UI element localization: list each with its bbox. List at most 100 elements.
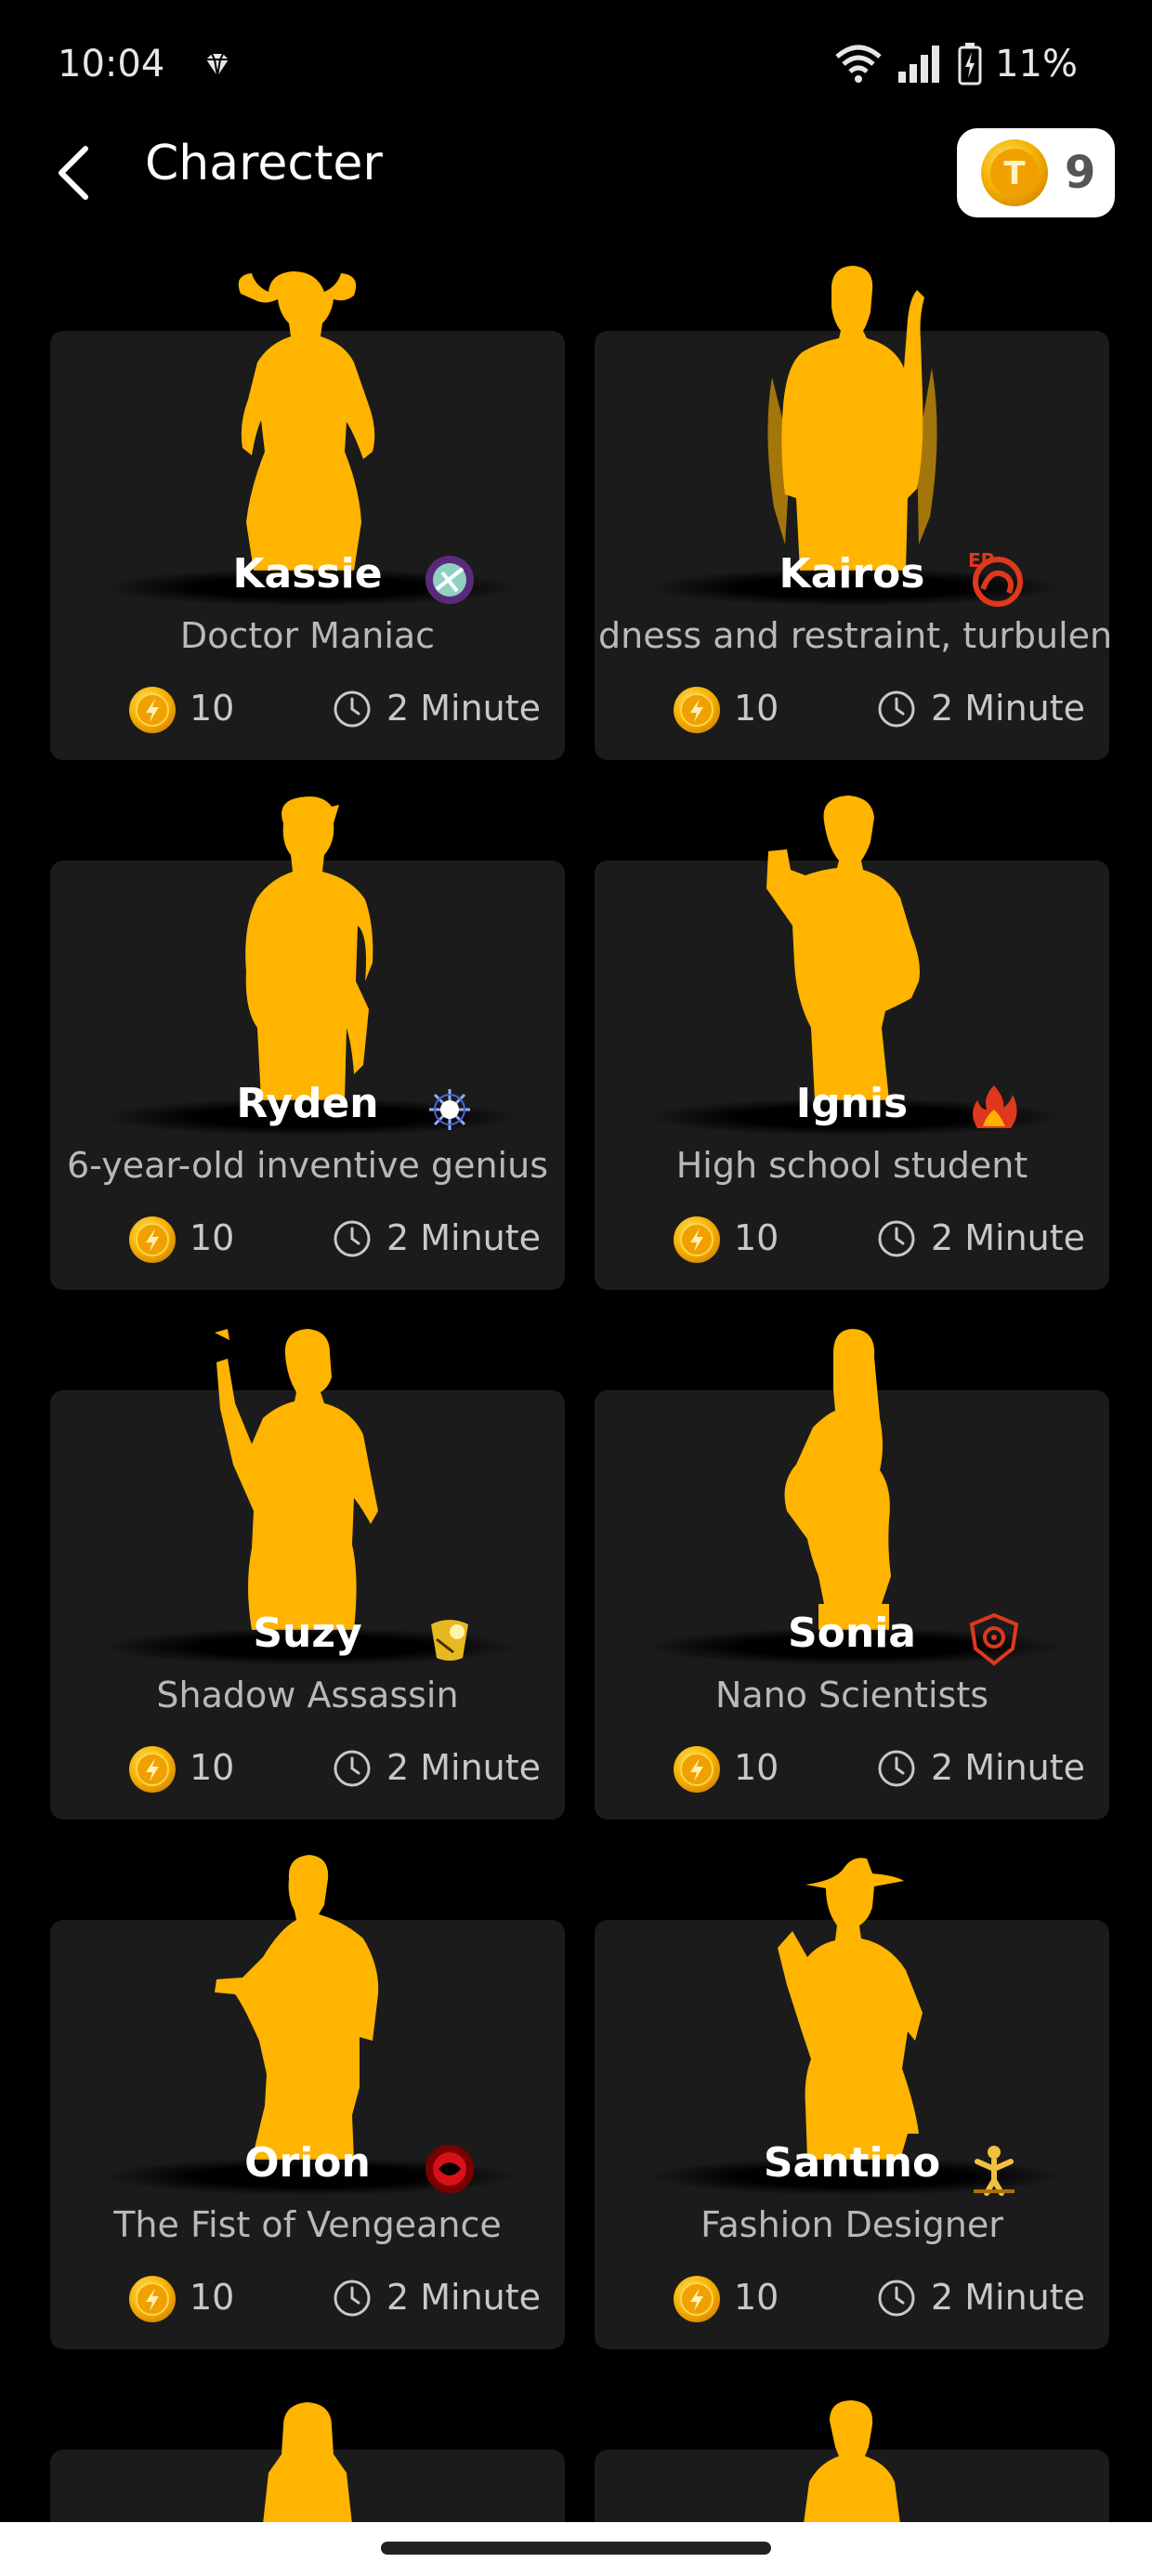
duration: 2 Minute (386, 688, 542, 729)
character-description: The Fist of Vengeance (113, 2204, 502, 2245)
coin-icon (673, 686, 721, 734)
character-card[interactable]: Ignis High school student 10 2 Minute (595, 795, 1109, 1290)
status-time: 10:04 (58, 43, 165, 85)
purple-orb-icon (425, 556, 474, 604)
character-card-partial[interactable] (50, 2402, 565, 2524)
duration: 2 Minute (386, 2277, 542, 2318)
character-description: Doctor Maniac (179, 615, 436, 656)
duration: 2 Minute (931, 1217, 1086, 1258)
card-meta: 10 2 Minute (50, 1740, 565, 1795)
character-description: 6-year-old inventive genius (66, 1145, 548, 1186)
price: 10 (734, 1217, 779, 1258)
status-icons: 11% (833, 43, 1078, 85)
clock-icon (877, 2279, 916, 2318)
character-name: Ignis (795, 1080, 909, 1127)
svg-text:T: T (1003, 155, 1026, 192)
clock-icon (877, 1219, 916, 1258)
character-name: Kairos (779, 550, 925, 598)
price: 10 (190, 1747, 235, 1788)
battery-percent: 11% (995, 43, 1078, 85)
price: 10 (734, 688, 779, 729)
fire-icon (973, 1085, 1017, 1128)
wifi-icon (835, 45, 882, 83)
character-description: Fashion Designer (700, 2204, 1003, 2245)
clock-icon (333, 690, 372, 729)
price: 10 (190, 2277, 235, 2318)
kairos-silhouette (767, 266, 937, 571)
diamond-icon (206, 53, 229, 77)
coin-icon: T (981, 139, 1048, 206)
price: 10 (734, 2277, 779, 2318)
coin-icon (673, 1216, 721, 1264)
duration: 2 Minute (931, 688, 1086, 729)
red-ring-icon (425, 2145, 474, 2193)
shield-icon (969, 1612, 1019, 1666)
battery-icon (958, 43, 982, 85)
price: 10 (190, 688, 235, 729)
character-name: Sonia (787, 1610, 916, 1657)
status-bar: 10:04 11% (0, 0, 1152, 130)
clock-icon (333, 1749, 372, 1788)
home-gesture-handle[interactable] (381, 2542, 771, 2555)
ignis-silhouette (766, 795, 920, 1100)
coin-icon (128, 1216, 177, 1264)
character-silhouette (263, 2402, 352, 2524)
card-meta: 10 2 Minute (50, 1210, 565, 1266)
coin-icon (128, 686, 177, 734)
coin-icon (128, 1745, 177, 1794)
spider-web-icon (429, 1089, 470, 1130)
card-meta: 10 2 Minute (595, 1210, 1109, 1266)
gold-figure-icon (974, 2146, 1015, 2196)
character-card[interactable]: Santino Fashion Designer 10 2 Minute (595, 1858, 1109, 2349)
card-meta: 10 2 Minute (595, 1740, 1109, 1795)
ryden-silhouette (245, 796, 373, 1100)
coin-icon (128, 2275, 177, 2323)
character-name: Ryden (236, 1080, 379, 1127)
duration: 2 Minute (386, 1217, 542, 1258)
duration: 2 Minute (386, 1747, 542, 1788)
coin-balance-value: 9 (1065, 147, 1096, 199)
santino-silhouette (778, 1858, 923, 2160)
coin-balance[interactable]: T 9 (957, 128, 1115, 217)
character-card[interactable]: Suzy Shadow Assassin 10 2 Minute (50, 1329, 565, 1820)
character-description: Shadow Assassin (156, 1675, 459, 1715)
character-name: Santino (763, 2139, 941, 2187)
character-description: High school student (675, 1145, 1028, 1186)
price: 10 (190, 1217, 235, 1258)
clock-icon (877, 1749, 916, 1788)
character-name: Orion (244, 2139, 371, 2187)
character-card[interactable]: Ryden 6-year-old inventive genius 10 2 M… (50, 796, 565, 1290)
duration: 2 Minute (931, 1747, 1086, 1788)
character-card[interactable]: Kairos EP dness and restraint, turbulen … (595, 266, 1109, 760)
back-arrow-icon[interactable] (48, 139, 104, 204)
duration: 2 Minute (931, 2277, 1086, 2318)
card-meta: 10 2 Minute (595, 2269, 1109, 2325)
clock-icon (333, 1219, 372, 1258)
svg-text:EP: EP (968, 549, 994, 572)
price: 10 (734, 1747, 779, 1788)
card-meta: 10 2 Minute (595, 680, 1109, 736)
character-card[interactable]: Sonia Nano Scientists 10 2 Minute (595, 1329, 1109, 1820)
page-title: Charecter (145, 136, 383, 191)
character-name: Kassie (232, 550, 383, 598)
character-card[interactable]: Kassie Doctor Maniac 10 2 Minute (50, 271, 565, 760)
coin-icon (673, 1745, 721, 1794)
coin-icon (673, 2275, 721, 2323)
character-card[interactable]: Orion The Fist of Vengeance 10 2 Minute (50, 1855, 565, 2349)
card-meta: 10 2 Minute (50, 2269, 565, 2325)
suzy-silhouette (215, 1329, 378, 1630)
character-card-partial[interactable] (595, 2400, 1109, 2524)
signal-icon (898, 46, 940, 83)
ep-flame-icon: EP (968, 549, 1023, 607)
orion-silhouette (215, 1855, 379, 2160)
character-description: Nano Scientists (714, 1675, 989, 1715)
card-meta: 10 2 Minute (50, 680, 565, 736)
sonia-silhouette (784, 1329, 891, 1630)
clock-icon (333, 2279, 372, 2318)
clock-icon (877, 690, 916, 729)
character-name: Suzy (253, 1610, 362, 1657)
scroll-icon (431, 1620, 468, 1661)
character-silhouette (804, 2400, 900, 2524)
kassie-silhouette (238, 271, 375, 571)
character-description: dness and restraint, turbulen (598, 615, 1109, 656)
